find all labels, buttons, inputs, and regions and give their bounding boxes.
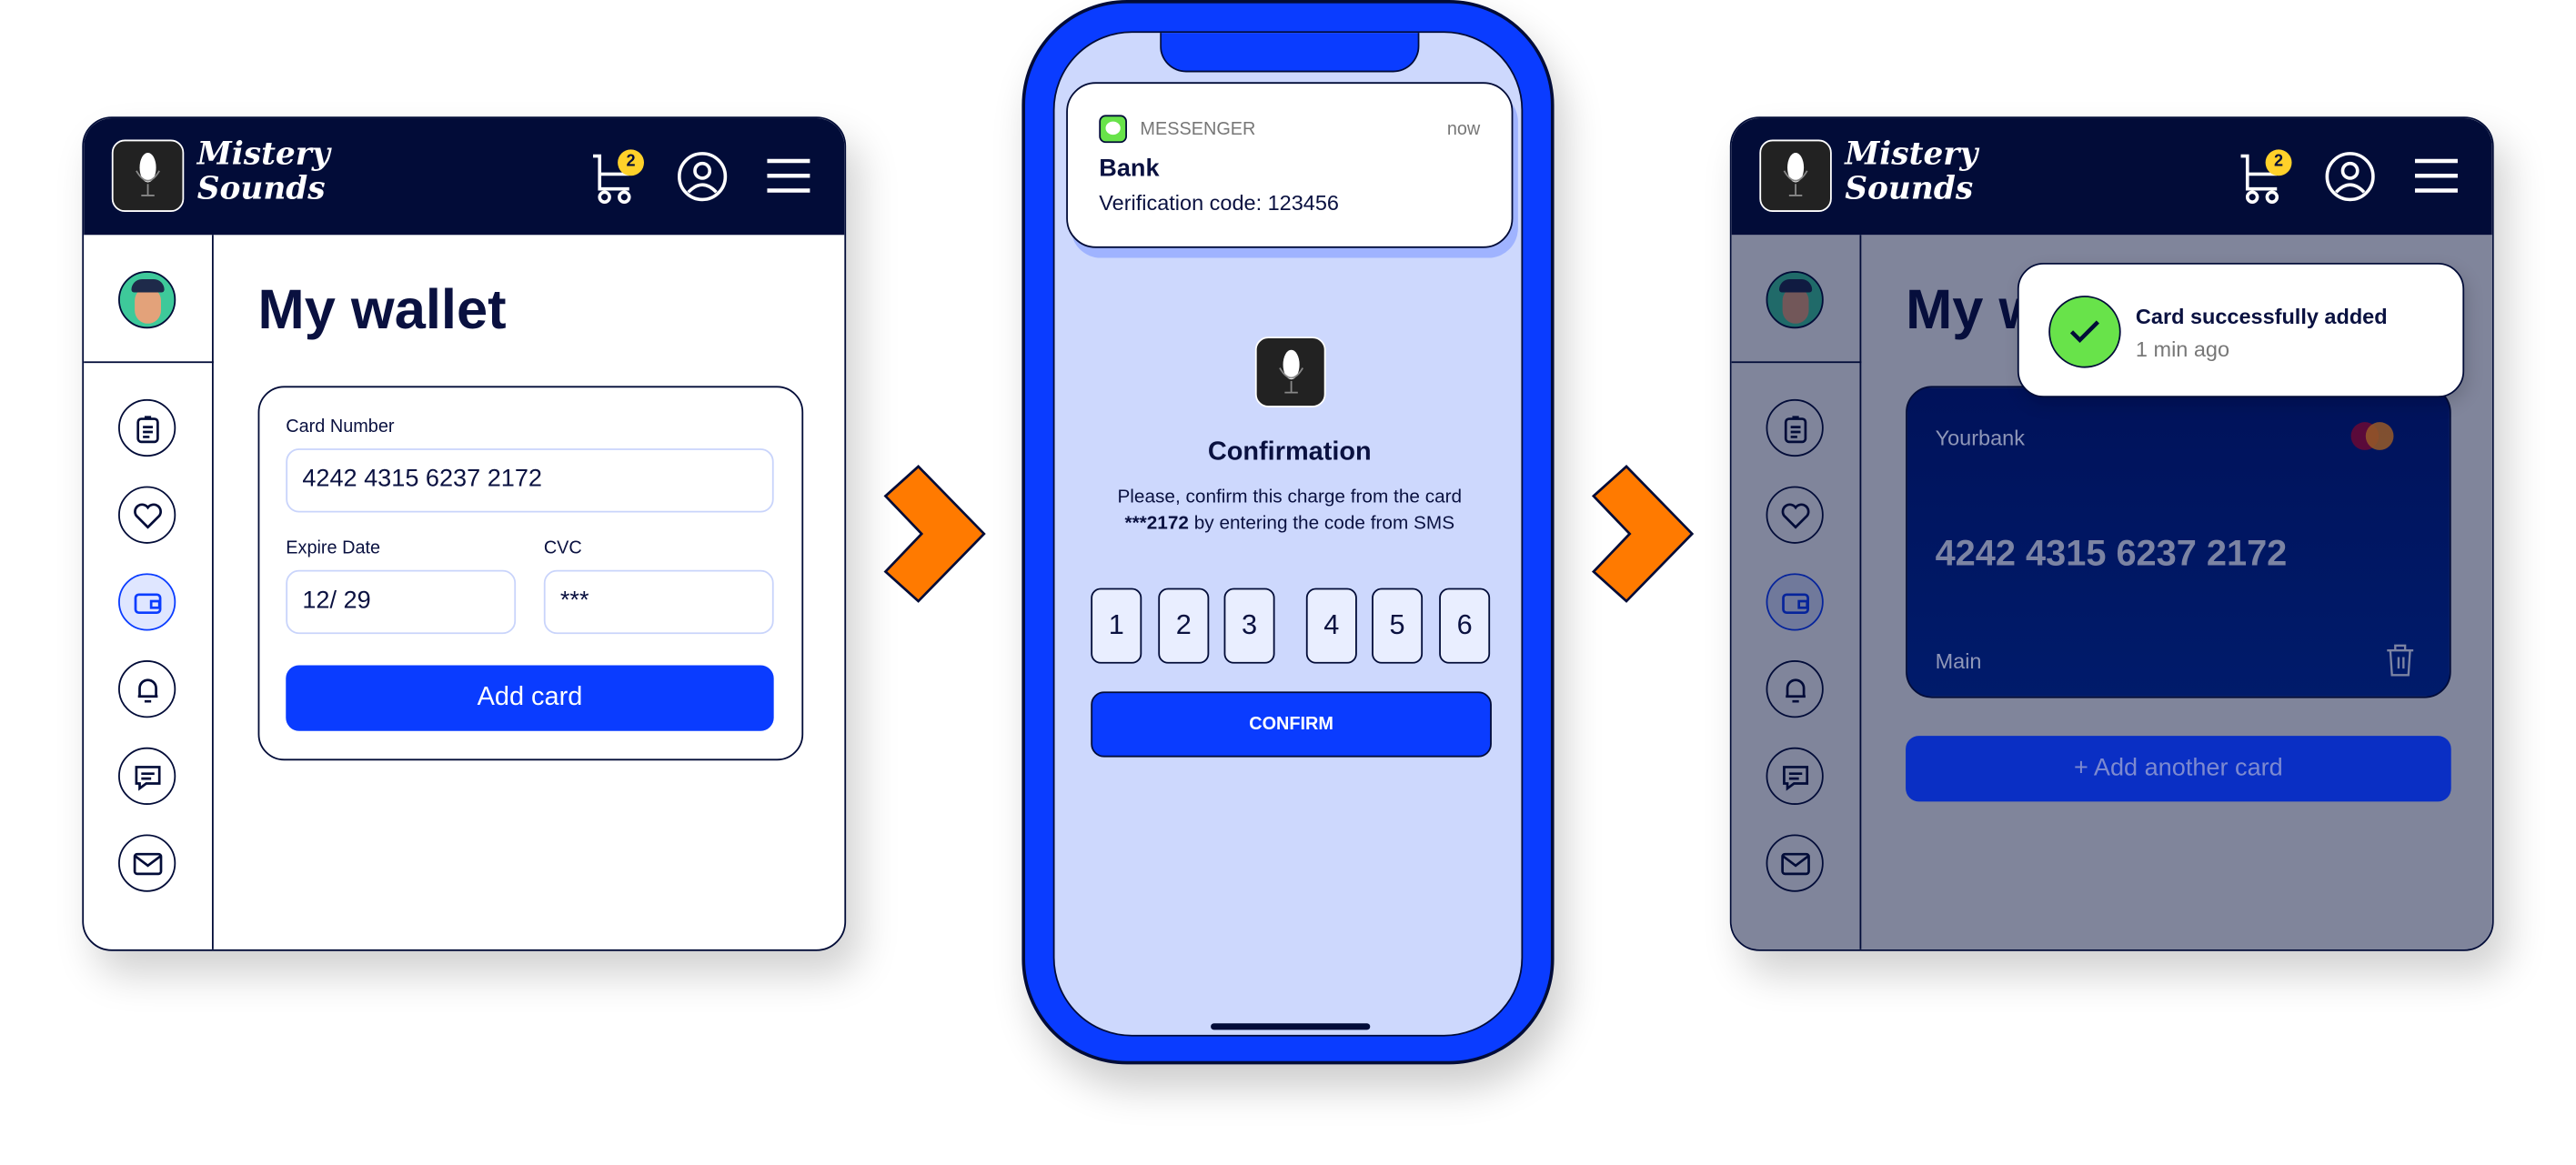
code-digit-1[interactable]: 1: [1091, 588, 1142, 664]
toast-time: 1 min ago: [2135, 336, 2230, 362]
notification-time: now: [1446, 119, 1481, 140]
cvc-input[interactable]: ***: [543, 569, 774, 635]
confirmation-text-line1: Please, confirm this charge from the car…: [1117, 487, 1463, 508]
cart-count-badge: 2: [618, 149, 644, 176]
page-title: My wallet: [257, 279, 507, 342]
mail-icon: [132, 851, 162, 875]
mastercard-logo: [2350, 416, 2394, 458]
sidebar-item-favorites[interactable]: [118, 486, 176, 544]
sidebar: [84, 235, 214, 949]
toast-title: Card successfully added: [2135, 304, 2388, 329]
hamburger-menu-icon[interactable]: [2413, 157, 2460, 194]
wallet-panel-add-card: Mistery Sounds 2 My wallet Card Number 42…: [82, 116, 847, 951]
phone-mockup: MESSENGER now Bank Verification code: 12…: [1021, 0, 1555, 1065]
code-digit-6[interactable]: 6: [1439, 588, 1491, 664]
arrow-right-icon: [1591, 465, 1695, 603]
phone-screen: MESSENGER now Bank Verification code: 12…: [1052, 31, 1524, 1037]
app-logo[interactable]: [111, 139, 185, 212]
masked-card-number: ***2172: [1124, 514, 1189, 534]
confirmation-text: Please, confirm this charge from the car…: [1055, 485, 1522, 537]
messenger-app-icon: [1099, 115, 1127, 144]
cart-count-badge: 2: [2265, 149, 2292, 176]
sms-notification[interactable]: MESSENGER now Bank Verification code: 12…: [1066, 82, 1514, 248]
app-header: Mistery Sounds 2: [1731, 118, 2492, 236]
sidebar-item-orders[interactable]: [118, 398, 176, 457]
brand-name: Mistery Sounds: [1845, 136, 1978, 207]
cvc-label: CVC: [543, 538, 582, 559]
hamburger-menu-icon[interactable]: [766, 157, 812, 194]
wallet-icon: [133, 592, 161, 614]
expire-date-label: Expire Date: [286, 538, 381, 559]
sidebar-item-mail[interactable]: [118, 834, 176, 892]
brand-name: Mistery Sounds: [196, 136, 330, 207]
notification-title: Bank: [1099, 154, 1160, 183]
code-digit-3[interactable]: 3: [1223, 588, 1275, 664]
add-card-form: Card Number 4242 4315 6237 2172 Expire D…: [257, 386, 804, 761]
sidebar-item-wallet[interactable]: [118, 573, 176, 631]
add-another-card-button[interactable]: + Add another card: [1906, 736, 2451, 802]
add-card-button[interactable]: Add card: [286, 665, 774, 731]
avatar[interactable]: [118, 271, 176, 329]
card-number-input[interactable]: 4242 4315 6237 2172: [286, 448, 774, 513]
confirmation-heading: Confirmation: [1207, 438, 1372, 467]
sidebar-item-messages[interactable]: [118, 747, 176, 805]
sidebar-item-notifications[interactable]: [118, 660, 176, 718]
code-digit-4[interactable]: 4: [1305, 588, 1357, 664]
check-icon: [2048, 296, 2121, 368]
app-header: Mistery Sounds 2: [84, 118, 845, 236]
heart-icon: [133, 502, 162, 528]
success-toast: Card successfully added 1 min ago: [2017, 262, 2465, 398]
code-digit-5[interactable]: 5: [1372, 588, 1424, 664]
chat-icon: [134, 765, 160, 790]
card-bank-name: Yourbank: [1935, 425, 2025, 450]
clipboard-icon: [136, 415, 158, 443]
confirm-button[interactable]: CONFIRM: [1091, 691, 1492, 758]
app-logo: [1254, 336, 1326, 407]
user-circle-icon[interactable]: [2325, 151, 2376, 202]
wallet-panel-card-added: MisterySounds 2 My wallet Yourbank 4242 …: [1729, 116, 2494, 951]
code-digit-2[interactable]: 2: [1158, 588, 1210, 664]
notification-body: Verification code: 123456: [1099, 190, 1339, 216]
app-logo[interactable]: [1759, 139, 1832, 212]
arrow-right-icon: [883, 465, 986, 603]
saved-card[interactable]: Yourbank 4242 4315 6237 2172 Main: [1906, 386, 2451, 698]
phone-notch: [1160, 33, 1420, 73]
card-number-label: Card Number: [286, 417, 395, 437]
notification-app-name: MESSENGER: [1140, 119, 1256, 140]
confirmation-text-line2: by entering the code from SMS: [1188, 514, 1455, 534]
card-number: 4242 4315 6237 2172: [1935, 532, 2288, 574]
expire-date-input[interactable]: 12/ 29: [286, 569, 517, 635]
user-circle-icon[interactable]: [677, 151, 728, 202]
bell-icon: [136, 678, 157, 702]
trash-icon[interactable]: [2384, 642, 2417, 678]
home-indicator: [1211, 1023, 1371, 1030]
card-label: Main: [1935, 648, 1982, 674]
